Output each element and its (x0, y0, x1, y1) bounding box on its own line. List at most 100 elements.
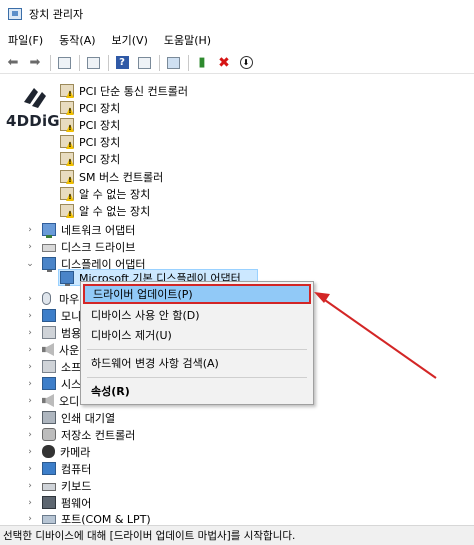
chevron-right-icon[interactable]: › (24, 413, 36, 423)
menu-bar: 파일(F) 동작(A) 보기(V) 도움말(H) (0, 30, 474, 50)
toolbar-separator (108, 54, 109, 71)
annotation-arrow-head (314, 292, 330, 303)
tree-category-print-queues[interactable]: › 인쇄 대기열 (24, 409, 115, 426)
chevron-right-icon[interactable]: › (24, 498, 36, 508)
warning-device-icon (60, 118, 74, 131)
port-icon (42, 515, 56, 524)
speaker-icon (42, 343, 54, 356)
menu-uninstall-device[interactable]: 디바이스 제거(U) (83, 325, 311, 345)
menu-update-driver[interactable]: 드라이버 업데이트(P) (83, 284, 311, 304)
window-title: 장치 관리자 (29, 8, 84, 21)
tree-category-network-adapters[interactable]: › 네트워크 어댑터 (24, 221, 135, 238)
display-adapter-icon (42, 257, 56, 272)
toolbar-separator (159, 54, 160, 71)
tree-item-pci-simple-comm[interactable]: PCI 단순 통신 컨트롤러 (60, 82, 188, 99)
network-adapter-icon (42, 223, 56, 238)
disk-drive-icon (42, 244, 56, 252)
context-menu: 드라이버 업데이트(P) 디바이스 사용 안 함(D) 디바이스 제거(U) 하… (80, 281, 314, 405)
warning-device-icon (60, 152, 74, 165)
chevron-right-icon[interactable]: › (24, 379, 36, 389)
tree-item-unknown-device[interactable]: 알 수 없는 장치 (60, 185, 150, 202)
chevron-right-icon[interactable]: › (24, 225, 36, 235)
status-bar: 선택한 디바이스에 대해 [드라이버 업데이트 마법사]를 시작합니다. (0, 525, 474, 545)
mouse-icon (42, 292, 51, 305)
help-icon[interactable]: ? (113, 54, 131, 72)
chevron-right-icon[interactable]: › (24, 294, 36, 304)
chevron-right-icon[interactable]: › (24, 447, 36, 457)
toolbar-separator (50, 54, 51, 71)
tree-category-software[interactable]: › 소프 (24, 358, 81, 375)
menu-properties[interactable]: 속성(R) (83, 381, 311, 401)
chevron-right-icon[interactable]: › (24, 242, 36, 252)
tree-category-disk-drives[interactable]: › 디스크 드라이브 (24, 238, 135, 255)
status-text: 선택한 디바이스에 대해 [드라이버 업데이트 마법사]를 시작합니다. (3, 530, 296, 542)
uninstall-icon[interactable]: ✖ (215, 54, 233, 72)
chevron-right-icon[interactable]: › (24, 345, 36, 355)
toolbar: ⬅ ➡ ? ▮ ✖ ⬇ (0, 52, 474, 74)
tree-item-pci-device[interactable]: PCI 장치 (60, 133, 120, 150)
download-icon[interactable]: ⬇ (237, 54, 255, 72)
menu-separator (87, 349, 307, 350)
tree-category-mice[interactable]: › 마우 (24, 290, 79, 307)
tree-item-pci-device[interactable]: PCI 장치 (60, 150, 120, 167)
usb-controller-icon (42, 326, 56, 339)
monitor-icon (42, 309, 56, 322)
chevron-right-icon[interactable]: › (24, 328, 36, 338)
tree-category-monitors[interactable]: › 모니 (24, 307, 81, 324)
tree-item-sm-bus-controller[interactable]: SM 버스 컨트롤러 (60, 168, 163, 185)
back-arrow-icon[interactable]: ⬅ (4, 54, 22, 72)
menu-file[interactable]: 파일(F) (8, 32, 43, 48)
tree-category-storage-controllers[interactable]: › 저장소 컨트롤러 (24, 426, 135, 443)
warning-device-icon (60, 170, 74, 183)
computer-icon (42, 462, 56, 475)
annotation-arrow-line (321, 297, 437, 379)
tree-item-unknown-device[interactable]: 알 수 없는 장치 (60, 202, 150, 219)
firmware-icon (42, 496, 56, 509)
logo-text: 4DDiG (6, 112, 60, 130)
menu-action[interactable]: 동작(A) (59, 32, 95, 48)
scan-icon[interactable] (135, 54, 153, 72)
chevron-down-icon[interactable]: ⌄ (24, 259, 36, 269)
tree-category-firmware[interactable]: › 펌웨어 (24, 494, 91, 511)
display-adapter-icon (60, 271, 74, 286)
chevron-right-icon[interactable]: › (24, 464, 36, 474)
tree-category-computer[interactable]: › 컴퓨터 (24, 460, 91, 477)
print-queue-icon (42, 411, 56, 424)
tree-category-system[interactable]: › 시스 (24, 375, 81, 392)
warning-device-icon (60, 204, 74, 217)
warning-device-icon (60, 101, 74, 114)
software-device-icon (42, 360, 56, 373)
tree-item-pci-device[interactable]: PCI 장치 (60, 116, 120, 133)
camera-icon (42, 445, 55, 458)
chevron-right-icon[interactable]: › (24, 481, 36, 491)
device-manager-icon (8, 8, 22, 20)
title-bar: 장치 관리자 (0, 0, 474, 28)
menu-view[interactable]: 보기(V) (112, 32, 148, 48)
tree-category-keyboards[interactable]: › 키보드 (24, 477, 91, 494)
forward-arrow-icon[interactable]: ➡ (26, 54, 44, 72)
warning-device-icon (60, 187, 74, 200)
tree-category-usb[interactable]: › 범용 (24, 324, 81, 341)
chevron-right-icon[interactable]: › (24, 311, 36, 321)
menu-separator (87, 377, 307, 378)
system-device-icon (42, 377, 56, 390)
tree-category-audio[interactable]: › 오디 (24, 392, 79, 409)
warning-device-icon (60, 84, 74, 97)
storage-controller-icon (42, 428, 56, 441)
warning-device-icon (60, 135, 74, 148)
tree-category-cameras[interactable]: › 카메라 (24, 443, 90, 460)
chevron-right-icon[interactable]: › (24, 396, 36, 406)
menu-disable-device[interactable]: 디바이스 사용 안 함(D) (83, 305, 311, 325)
tree-category-sound[interactable]: › 사운 (24, 341, 79, 358)
monitor-scan-icon[interactable] (164, 54, 182, 72)
chevron-right-icon[interactable]: › (24, 514, 36, 524)
menu-help[interactable]: 도움말(H) (164, 32, 211, 48)
tree-item-pci-device[interactable]: PCI 장치 (60, 99, 120, 116)
properties-icon[interactable] (55, 54, 73, 72)
view-icon[interactable] (84, 54, 102, 72)
add-driver-icon[interactable]: ▮ (193, 54, 211, 72)
menu-scan-hardware[interactable]: 하드웨어 변경 사항 검색(A) (83, 353, 311, 373)
chevron-right-icon[interactable]: › (24, 430, 36, 440)
audio-icon (42, 394, 54, 407)
chevron-right-icon[interactable]: › (24, 362, 36, 372)
